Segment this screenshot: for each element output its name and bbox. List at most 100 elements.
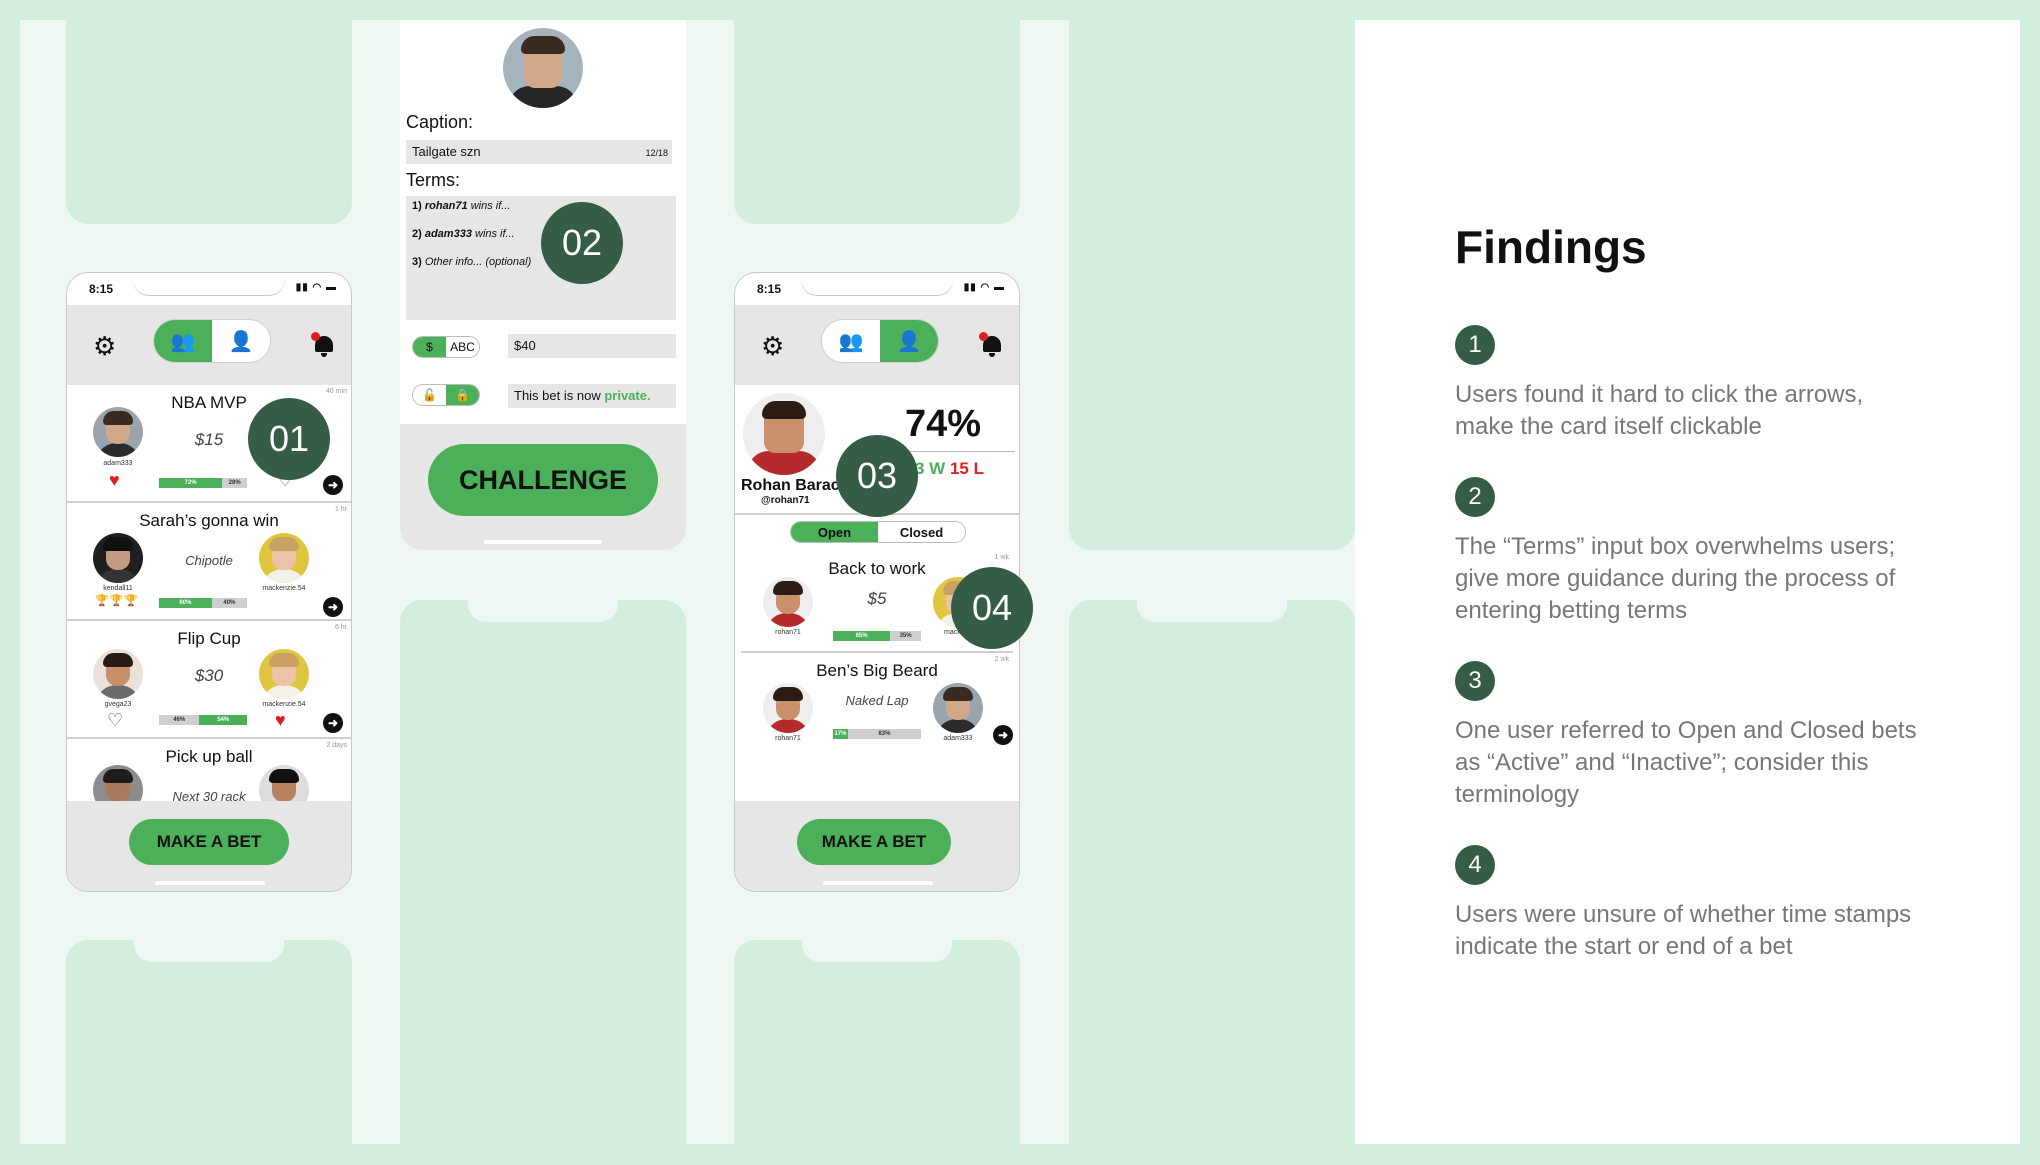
currency-dollar[interactable]: $: [413, 337, 446, 357]
ghost-phone: [734, 940, 1020, 1165]
finding-item: 1 Users found it hard to click the arrow…: [1455, 325, 1925, 443]
avatar: [763, 683, 813, 733]
losses-count: 15 L: [949, 459, 984, 478]
arrow-right-icon[interactable]: ➜: [323, 713, 343, 733]
finding-badge-02: 02: [541, 202, 623, 284]
ghost-phone: [1069, 600, 1355, 1165]
challenge-button[interactable]: CHALLENGE: [428, 444, 658, 516]
notification-dot: [311, 332, 320, 341]
person-icon[interactable]: 👤: [212, 320, 270, 362]
finding-number: 3: [1455, 661, 1495, 701]
tab-closed[interactable]: Closed: [878, 522, 965, 542]
arrow-right-icon[interactable]: ➜: [993, 725, 1013, 745]
view-toggle[interactable]: 👥 👤: [153, 319, 271, 363]
bet-card[interactable]: 2 wk Ben’s Big Beard Naked Lap rohan71 1…: [741, 653, 1013, 755]
arrow-right-icon[interactable]: ➜: [323, 597, 343, 617]
caption-value: Tailgate szn: [412, 144, 481, 159]
caption-count: 12/18: [645, 148, 668, 158]
make-a-bet-button[interactable]: MAKE A BET: [797, 819, 951, 865]
status-time: 8:15: [757, 282, 782, 296]
avatar: [259, 533, 309, 583]
finding-item: 2 The “Terms” input box overwhelms users…: [1455, 477, 1925, 627]
currency-abc[interactable]: ABC: [446, 337, 479, 357]
username: mackenzie.54: [262, 701, 306, 708]
bet-title: Ben’s Big Beard: [816, 661, 938, 680]
gear-icon[interactable]: ⚙: [93, 333, 116, 359]
avatar: [93, 407, 143, 457]
arrow-right-icon[interactable]: ➜: [323, 475, 343, 495]
home-indicator: [823, 881, 933, 885]
avatar: [933, 683, 983, 733]
vote-bar: 72% 28%: [159, 478, 247, 488]
bet-title: Pick up ball: [165, 747, 253, 766]
bell-icon[interactable]: [311, 332, 335, 358]
finding-badge-01: 01: [248, 398, 330, 480]
profile-handle: @rohan71: [761, 495, 810, 506]
nav-bar: ⚙ 👥 👤: [735, 305, 1019, 385]
tab-open[interactable]: Open: [791, 522, 878, 542]
bet-card[interactable]: 1 hr Sarah’s gonna win Chipotle kendall1…: [67, 503, 351, 621]
avatar: [93, 649, 143, 699]
finding-text: Users were unsure of whether time stamps…: [1455, 901, 1912, 960]
status-time: 8:15: [89, 282, 114, 296]
gear-icon[interactable]: ⚙: [761, 333, 784, 359]
finding-number: 1: [1455, 325, 1495, 365]
ghost-phone: [66, 940, 352, 1165]
signal-icons: ▮▮ ◠ ▬: [963, 282, 1005, 293]
footer-bar: MAKE A BET: [735, 801, 1019, 891]
username: rohan71: [775, 735, 801, 742]
findings-panel: Findings 1 Users found it hard to click …: [1355, 20, 2020, 1144]
record-divider: [895, 451, 1015, 452]
status-bar: 8:15 ▮▮ ◠ ▬: [67, 273, 351, 305]
heart-filled-icon[interactable]: ♥: [275, 711, 286, 729]
person-icon[interactable]: 👤: [880, 320, 938, 362]
heart-outline-icon[interactable]: ♡: [107, 711, 123, 729]
trophy-icons: 🏆🏆🏆: [95, 595, 140, 607]
finding-badge-03: 03: [836, 435, 918, 517]
avatar: [93, 533, 143, 583]
privacy-toggle[interactable]: 🔓 🔒: [412, 384, 480, 406]
wins-count: 3 W: [915, 459, 946, 478]
amount-input[interactable]: $40: [508, 334, 676, 358]
group-icon[interactable]: 👥: [822, 320, 880, 362]
avatar: [93, 765, 143, 801]
privacy-status: This bet is now private.: [508, 384, 676, 408]
notification-dot: [979, 332, 988, 341]
avatar: [259, 765, 309, 801]
phone-create-bet: Caption: Tailgate szn 12/18 Terms: 1) ro…: [400, 20, 686, 550]
username: kendall11: [103, 585, 133, 592]
bet-card[interactable]: 2 days Pick up ball Next 30 rack: [67, 739, 351, 801]
bell-icon[interactable]: [979, 332, 1003, 358]
lock-open-icon[interactable]: 🔓: [413, 385, 446, 405]
status-bar: 8:15 ▮▮ ◠ ▬: [735, 273, 1019, 305]
finding-number: 2: [1455, 477, 1495, 517]
home-indicator: [155, 881, 265, 885]
currency-toggle[interactable]: $ ABC: [412, 336, 480, 358]
finding-badge-04: 04: [951, 567, 1033, 649]
caption-label: Caption:: [406, 112, 474, 132]
finding-item: 3 One user referred to Open and Closed b…: [1455, 661, 1925, 811]
vote-bar: 17% 83%: [833, 729, 921, 739]
username: mackenzie.54: [262, 585, 306, 592]
group-icon[interactable]: 👥: [154, 320, 212, 362]
term-line: 1) rohan71 wins if...: [412, 200, 511, 212]
home-indicator: [484, 540, 602, 544]
lock-icon[interactable]: 🔒: [446, 385, 479, 405]
term-line: 3) Other info... (optional): [412, 256, 532, 268]
make-a-bet-button[interactable]: MAKE A BET: [129, 819, 289, 865]
phone-notch: [801, 273, 953, 295]
privacy-word: private.: [604, 388, 651, 403]
profile-name: Rohan Barac: [741, 477, 840, 494]
heart-filled-icon[interactable]: ♥: [109, 471, 120, 489]
avatar: [259, 649, 309, 699]
phone-notch: [133, 273, 285, 295]
vote-bar: 46% 54%: [159, 715, 247, 725]
caption-input[interactable]: Tailgate szn 12/18: [406, 140, 672, 164]
vote-bar: 60% 40%: [159, 598, 247, 608]
username: adam333: [103, 460, 133, 467]
view-toggle[interactable]: 👥 👤: [821, 319, 939, 363]
username: adam333: [943, 735, 973, 742]
terms-input[interactable]: 1) rohan71 wins if... 2) adam333 wins if…: [406, 196, 676, 320]
ghost-phone: [66, 0, 352, 224]
bet-card[interactable]: 6 hr Flip Cup $30 gvega23 ♡ 46% 54% macke…: [67, 621, 351, 739]
